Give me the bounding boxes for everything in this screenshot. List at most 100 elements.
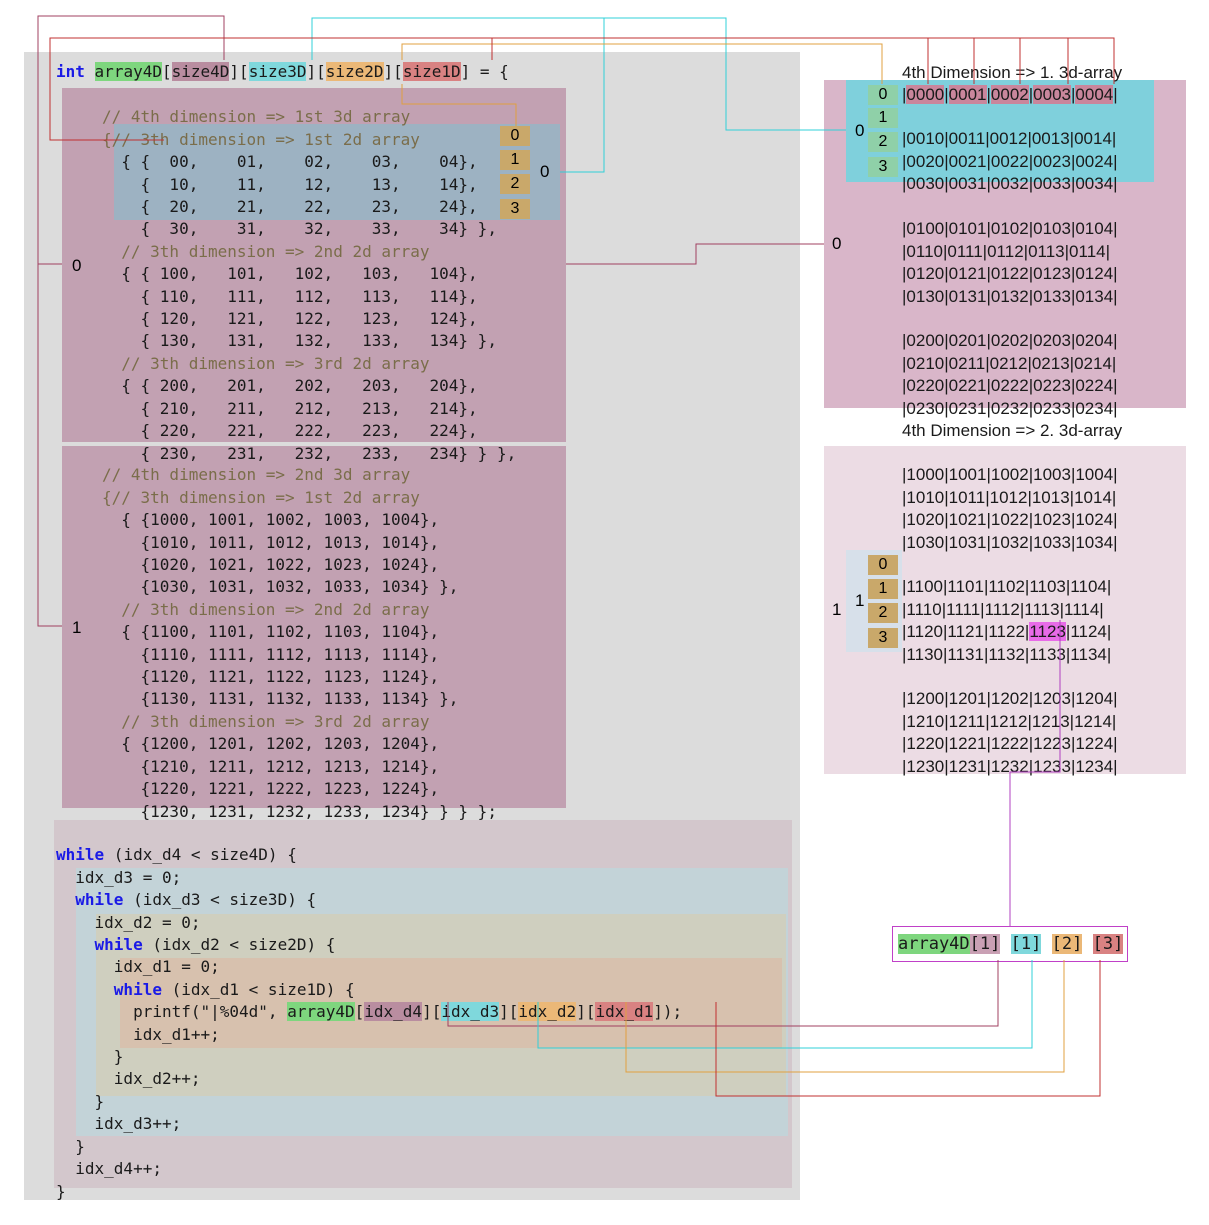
printf-pre: printf("|%04d",	[56, 1002, 288, 1022]
block0-index-label: 0	[72, 256, 82, 275]
example-access: array4D[1] [1] [2] [3]	[898, 934, 1124, 954]
code-line: {1110, 1111, 1112, 1113, 1114},	[102, 644, 440, 664]
right1-row-index: 1	[868, 108, 898, 128]
code-line: }	[56, 1091, 105, 1111]
code-line: idx_d2 = 0;	[56, 912, 201, 932]
example-i2: 2	[1061, 934, 1073, 954]
printf-idx-d1: idx_d1	[595, 1002, 654, 1022]
row: |0120|0121|0122|0123|0124|	[902, 264, 1118, 284]
highlighted-cell: 1123	[1029, 622, 1066, 642]
code-line: { 30, 31, 32, 33, 34} },	[102, 219, 497, 239]
block0-code: // 4th dimension => 1st 3d array {// 3th…	[102, 84, 516, 465]
printf-idx-d4: idx_d4	[364, 1002, 423, 1022]
right2-rows-block2: |1200|1201|1202|1203|1204| |1210|1211|12…	[902, 666, 1118, 778]
example-i1: 3	[1102, 934, 1114, 954]
code-line: (idx_d1 < size1D) {	[161, 979, 355, 999]
row: |0110|0111|0112|0113|0114|	[902, 241, 1111, 261]
example-i4: 1	[979, 934, 991, 954]
row: |1020|1021|1022|1023|1024|	[902, 510, 1118, 530]
row: |1210|1211|1212|1213|1214|	[902, 711, 1117, 731]
code-line: {1020, 1021, 1022, 1023, 1024},	[102, 555, 440, 575]
while-keyword: while	[94, 935, 143, 955]
code-line: { 20, 21, 22, 23, 24},	[102, 197, 478, 217]
row: |1000|1001|1002|1003|1004|	[902, 465, 1118, 485]
right2-row-index: 1	[868, 579, 898, 599]
code-line: idx_d3 = 0;	[56, 867, 182, 887]
code-line: // 3th dimension => 3rd 2d array	[102, 353, 430, 373]
decl-suffix: = {	[470, 62, 509, 81]
code-line: (idx_d4 < size4D) {	[104, 845, 297, 865]
array-name: array4D	[94, 62, 162, 81]
row: |1010|1011|1012|1013|1014|	[902, 487, 1117, 507]
size3d-label: size3D	[248, 62, 307, 81]
while-keyword: while	[113, 979, 162, 999]
right2-rows-block0: |1000|1001|1002|1003|1004| |1010|1011|10…	[902, 442, 1118, 554]
right2-row-index: 0	[868, 555, 898, 575]
right1-rows-block1: |0100|0101|0102|0103|0104| |0110|0111|01…	[902, 196, 1118, 308]
row: |1130|1131|1132|1133|1134|	[902, 644, 1112, 664]
code-line: // 4th dimension => 1st 3d array	[102, 107, 411, 127]
code-line: idx_d2++;	[56, 1069, 201, 1089]
row-index-box: 2	[500, 174, 530, 194]
example-array-name: array4D	[898, 934, 970, 954]
printf-array: array4D	[287, 1002, 355, 1022]
code-line: (idx_d2 < size2D) {	[142, 935, 336, 955]
code-line: {1220, 1221, 1222, 1223, 1224},	[102, 779, 440, 799]
loop-code: while (idx_d4 < size4D) { idx_d3 = 0; wh…	[56, 845, 683, 1201]
right1-row-index: 0	[868, 85, 898, 105]
while-keyword: while	[75, 890, 124, 910]
cell: 0000	[906, 85, 945, 104]
cell: 0004	[1075, 85, 1114, 104]
row-pre: |1120|1121|1122|	[902, 622, 1030, 642]
int-keyword: int	[56, 62, 85, 81]
right2-block-index: 1	[855, 591, 865, 610]
example-i3: 1	[1020, 934, 1032, 954]
code-line: {1130, 1131, 1132, 1133, 1134} },	[102, 689, 459, 709]
code-line: { {1100, 1101, 1102, 1103, 1104},	[102, 622, 440, 642]
right1-rows-block2: |0200|0201|0202|0203|0204| |0210|0211|02…	[902, 308, 1118, 420]
right1-block-index: 0	[855, 121, 865, 140]
row: |0030|0031|0032|0033|0034|	[902, 174, 1118, 194]
row: |1110|1111|1112|1113|1114|	[902, 599, 1104, 619]
printf-idx-d2: idx_d2	[518, 1002, 577, 1022]
row: |0130|0131|0132|0133|0134|	[902, 286, 1118, 306]
right1-rows-block0: |0010|0011|0012|0013|0014| |0020|0021|00…	[902, 106, 1118, 196]
right2-row-index: 3	[868, 628, 898, 648]
code-line: // 4th dimension => 2nd 3d array	[102, 465, 411, 485]
size2d-label: size2D	[325, 62, 384, 81]
code-line: { 110, 111, 112, 113, 114},	[102, 286, 478, 306]
row: |1030|1031|1032|1033|1034|	[902, 532, 1118, 552]
code-line: {// 3th dimension => 1st 2d array	[102, 129, 420, 149]
code-line: { { 200, 201, 202, 203, 204},	[102, 376, 478, 396]
cell: 0003	[1033, 85, 1071, 104]
code-line: // 3th dimension => 2nd 2d array	[102, 599, 430, 619]
row: |1220|1221|1222|1223|1224|	[902, 734, 1118, 754]
right2-outer-index: 1	[832, 600, 842, 619]
code-line: { {1000, 1001, 1002, 1003, 1004},	[102, 510, 440, 530]
row: |0200|0201|0202|0203|0204|	[902, 331, 1118, 351]
code-line: { 130, 131, 132, 133, 134} },	[102, 331, 497, 351]
while-keyword: while	[56, 845, 105, 865]
printf-idx-d3: idx_d3	[441, 1002, 500, 1022]
right1-outer-index: 0	[832, 234, 842, 253]
row: |1200|1201|1202|1203|1204|	[902, 689, 1118, 709]
row-index-box: 0	[500, 126, 530, 146]
row: |1100|1101|1102|1103|1104|	[902, 577, 1112, 597]
row-index-box: 3	[500, 199, 530, 219]
code-line: }	[56, 1136, 85, 1156]
row: |0100|0101|0102|0103|0104|	[902, 219, 1118, 239]
cell: 0002	[990, 85, 1029, 104]
right1-row-index: 2	[868, 132, 898, 152]
inner-block-index-label: 0	[540, 162, 550, 181]
right2-rows-block1: |1100|1101|1102|1103|1104| |1110|1111|11…	[902, 554, 1111, 666]
row: |0210|0211|0212|0213|0214|	[902, 353, 1117, 373]
code-line: { 10, 11, 12, 13, 14},	[102, 174, 478, 194]
code-line: {// 3th dimension => 1st 2d array	[102, 487, 420, 507]
right2-title: 4th Dimension => 2. 3d-array	[902, 421, 1123, 440]
code-line: // 3th dimension => 3rd 2d array	[102, 711, 430, 731]
right2-row-index: 2	[868, 603, 898, 623]
code-line: { { 00, 01, 02, 03, 04},	[102, 152, 478, 172]
code-line: {1230, 1231, 1232, 1233, 1234} } } };	[102, 801, 497, 821]
row-post: |1124|	[1065, 622, 1112, 642]
code-line: {1010, 1011, 1012, 1013, 1014},	[102, 532, 440, 552]
